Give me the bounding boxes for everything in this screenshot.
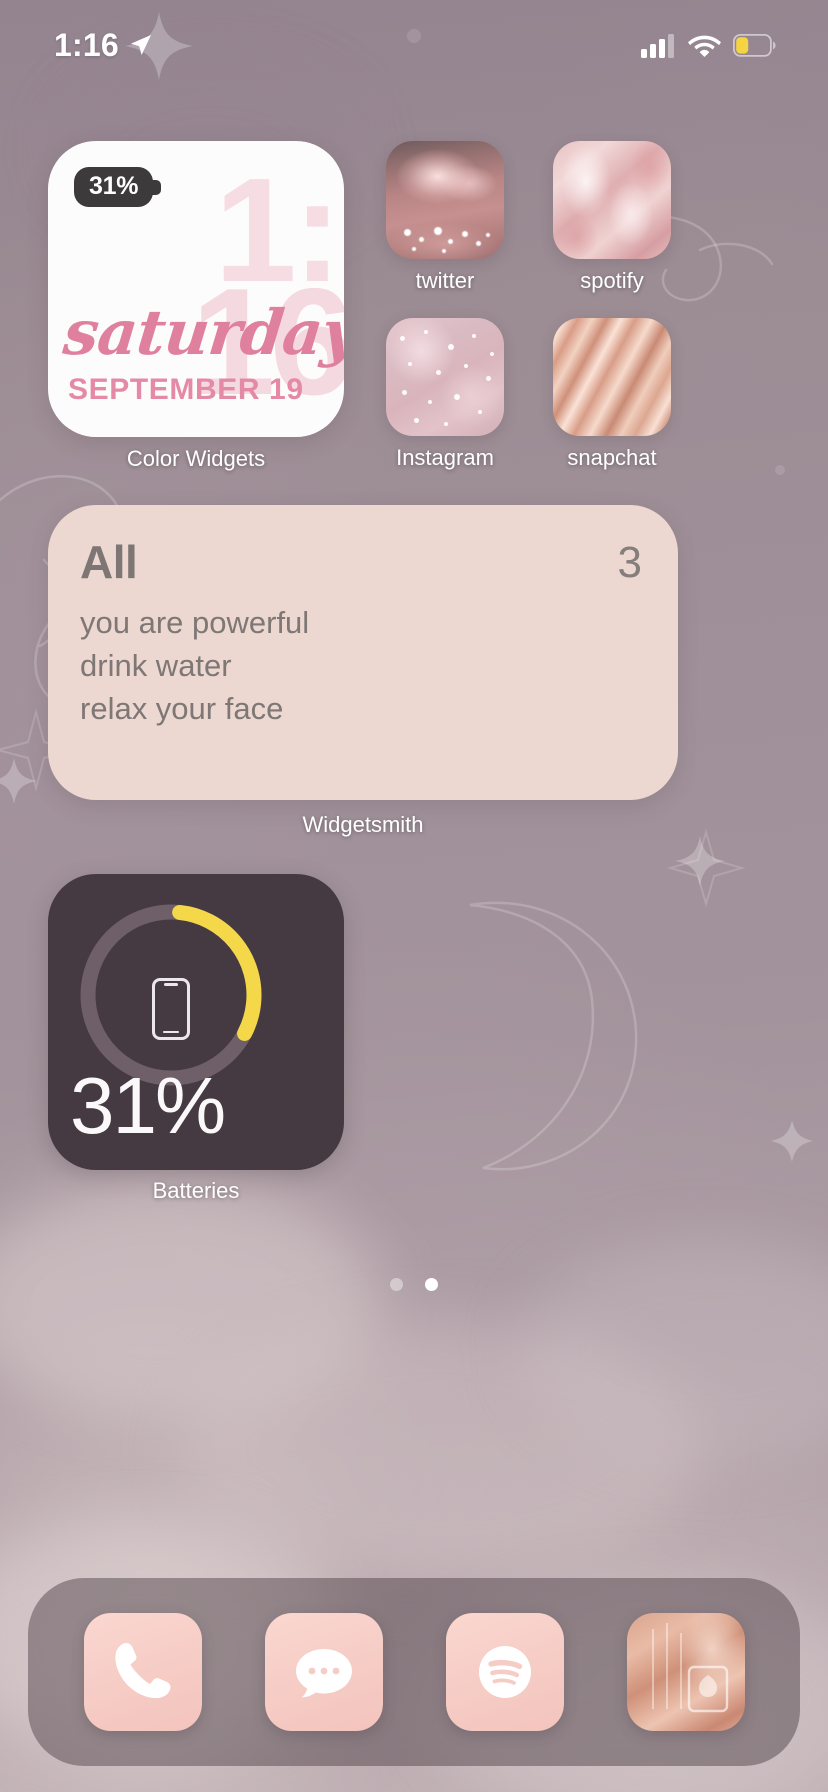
message-bubble-icon xyxy=(295,1649,352,1698)
page-indicator[interactable] xyxy=(0,1278,828,1291)
widget-color-widgets[interactable]: 31% 1: 16 saturday SEPTEMBER 19 xyxy=(48,141,344,437)
location-arrow-icon xyxy=(130,35,151,55)
spotify-waves-icon xyxy=(478,1646,531,1698)
widget-batteries[interactable]: 31% xyxy=(48,874,344,1170)
widgetsmith-header: All 3 xyxy=(80,539,642,585)
app-icon-instagram[interactable]: Instagram xyxy=(386,318,504,471)
home-screen: 31% 1: 16 saturday SEPTEMBER 19 Color Wi… xyxy=(0,0,828,1792)
color-widgets-battery-value: 31% xyxy=(74,167,154,207)
status-bar: 1:16 xyxy=(0,0,828,90)
app-icon-snapchat[interactable]: snapchat xyxy=(553,318,671,471)
batteries-percent: 31% xyxy=(70,1061,226,1150)
color-widgets-date: SEPTEMBER 19 xyxy=(68,373,304,406)
list-item: drink water xyxy=(80,647,232,683)
widgetsmith-item-count: 3 xyxy=(617,538,642,587)
widget-label-batteries: Batteries xyxy=(152,1178,240,1203)
status-bar-right xyxy=(641,33,776,58)
status-bar-clock: 1:16 xyxy=(54,26,119,63)
app-label: spotify xyxy=(580,268,644,293)
widget-label-widgetsmith: Widgetsmith xyxy=(302,812,424,837)
dock-app-spotify[interactable] xyxy=(445,1613,564,1731)
status-bar-left: 1:16 xyxy=(54,27,154,64)
list-item: you are powerful xyxy=(80,605,310,640)
app-label: twitter xyxy=(415,268,475,293)
phone-handset-icon xyxy=(114,1643,170,1699)
dock-app-photos[interactable] xyxy=(626,1613,745,1731)
app-icon-twitter[interactable]: twitter xyxy=(386,141,504,294)
app-icon-spotify[interactable]: spotify xyxy=(553,141,671,294)
widget-widgetsmith[interactable]: All 3 you are powerful drink water relax… xyxy=(48,505,678,800)
widgetsmith-reminder-list: you are powerful drink water relax your … xyxy=(80,602,642,730)
twitter-cloud-photo-icon xyxy=(386,141,504,259)
battery-tip-icon xyxy=(152,179,162,195)
widgetsmith-list-title: All xyxy=(80,536,138,588)
cellular-signal-icon xyxy=(641,33,674,58)
page-dot-1[interactable] xyxy=(390,1278,403,1291)
dock-app-messages[interactable] xyxy=(264,1613,383,1731)
app-label: snapchat xyxy=(567,445,657,470)
dock xyxy=(28,1578,800,1766)
app-label: Instagram xyxy=(396,445,494,470)
dock-app-phone[interactable] xyxy=(83,1613,202,1731)
iphone-icon xyxy=(152,978,190,1040)
color-widgets-weekday: saturday xyxy=(60,296,344,369)
battery-low-power-icon xyxy=(733,33,776,57)
instagram-glitter-photo-icon xyxy=(386,318,504,436)
spotify-marble-photo-icon xyxy=(553,141,671,259)
rosegold-photo-icon xyxy=(651,1623,728,1713)
snapchat-rosegold-foil-icon xyxy=(553,318,671,436)
page-dot-2[interactable] xyxy=(425,1278,438,1291)
list-item: relax your face xyxy=(80,690,284,726)
color-widgets-battery-pill: 31% xyxy=(74,167,162,207)
widget-label-color-widgets: Color Widgets xyxy=(126,446,266,471)
wifi-icon xyxy=(688,35,721,57)
